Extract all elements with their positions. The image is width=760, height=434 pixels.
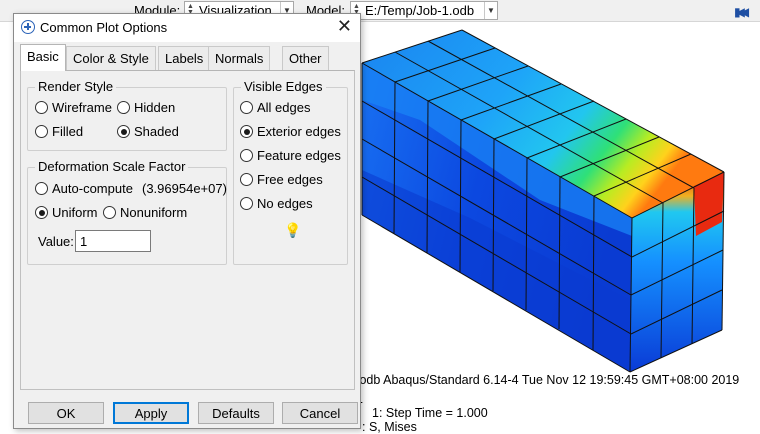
chevron-down-icon[interactable]: ▼	[484, 2, 497, 19]
ok-button[interactable]: OK	[28, 402, 104, 424]
radio-nonuniform[interactable]: Nonuniform	[103, 205, 187, 220]
radio-button-icon[interactable]	[240, 101, 253, 114]
radio-label: Filled	[52, 124, 84, 139]
radio-label: Free edges	[257, 172, 323, 187]
step-time: 1: Step Time = 1.000	[372, 406, 488, 420]
value-label: Value:	[38, 234, 74, 249]
auto-compute-value: (3.96954e+07)	[142, 181, 227, 196]
dialog-title-bar[interactable]: Common Plot Options ✕	[14, 14, 360, 42]
radio-button-icon[interactable]	[240, 149, 253, 162]
radio-shaded[interactable]: Shaded	[117, 124, 179, 139]
deformation-scale-group: Deformation Scale Factor Auto-compute (3…	[27, 159, 227, 265]
scale-value-input[interactable]	[75, 230, 151, 252]
visible-edges-title: Visible Edges	[241, 79, 326, 94]
model-value: E:/Temp/Job-1.odb	[365, 3, 475, 18]
radio-label: Wireframe	[52, 100, 112, 115]
radio-button-icon[interactable]	[35, 206, 48, 219]
render-style-group: Render Style Wireframe Hidden Filled Sha…	[27, 79, 227, 151]
radio-label: Feature edges	[257, 148, 341, 163]
radio-filled[interactable]: Filled	[35, 124, 83, 139]
radio-label: Uniform	[52, 205, 98, 220]
radio-label: Shaded	[134, 124, 179, 139]
radio-label: Auto-compute	[52, 181, 133, 196]
defaults-button[interactable]: Defaults	[198, 402, 274, 424]
radio-button-icon[interactable]	[35, 101, 48, 114]
radio-button-icon[interactable]	[35, 125, 48, 138]
dialog-title: Common Plot Options	[40, 20, 168, 35]
tab-labels[interactable]: Labels	[158, 46, 211, 70]
common-plot-options-dialog: Common Plot Options ✕ Basic Color & Styl…	[13, 13, 361, 429]
radio-button-icon[interactable]	[35, 182, 48, 195]
radio-button-icon[interactable]	[240, 173, 253, 186]
radio-wireframe[interactable]: Wireframe	[35, 100, 112, 115]
radio-free-edges[interactable]: Free edges	[240, 172, 323, 187]
tab-basic[interactable]: Basic	[20, 44, 66, 71]
radio-auto-compute[interactable]: Auto-compute	[35, 181, 133, 196]
radio-button-icon[interactable]	[117, 101, 130, 114]
radio-label: All edges	[257, 100, 311, 115]
deformation-title: Deformation Scale Factor	[35, 159, 189, 174]
rewind-to-first-icon[interactable]: ▮◀◀	[734, 5, 749, 19]
tab-color-style[interactable]: Color & Style	[66, 46, 156, 70]
radio-label: Hidden	[134, 100, 176, 115]
radio-exterior-edges[interactable]: Exterior edges	[240, 124, 341, 139]
radio-label: Exterior edges	[257, 124, 341, 139]
render-style-title: Render Style	[35, 79, 117, 94]
tab-normals[interactable]: Normals	[208, 46, 271, 70]
tab-other[interactable]: Other	[282, 46, 329, 70]
plot-options-icon	[21, 20, 35, 34]
apply-button[interactable]: Apply	[113, 402, 189, 424]
radio-label: Nonuniform	[120, 205, 188, 220]
visible-edges-group: Visible Edges All edges Exterior edges F…	[233, 79, 348, 265]
radio-button-icon[interactable]	[117, 125, 130, 138]
model-combo[interactable]: ▲▼ E:/Temp/Job-1.odb ▼	[350, 1, 498, 20]
lightbulb-icon[interactable]: 💡	[284, 222, 301, 239]
radio-uniform[interactable]: Uniform	[35, 205, 98, 220]
odb-info-line: .odb Abaqus/Standard 6.14-4 Tue Nov 12 1…	[356, 373, 740, 387]
radio-hidden[interactable]: Hidden	[117, 100, 175, 115]
basic-tab-panel: Render Style Wireframe Hidden Filled Sha…	[20, 70, 355, 390]
close-icon[interactable]: ✕	[337, 16, 352, 37]
cancel-button[interactable]: Cancel	[282, 402, 358, 424]
radio-feature-edges[interactable]: Feature edges	[240, 148, 341, 163]
radio-all-edges[interactable]: All edges	[240, 100, 310, 115]
radio-button-icon[interactable]	[103, 206, 116, 219]
radio-label: No edges	[257, 196, 313, 211]
radio-button-icon[interactable]	[240, 197, 253, 210]
radio-button-icon[interactable]	[240, 125, 253, 138]
radio-no-edges[interactable]: No edges	[240, 196, 313, 211]
